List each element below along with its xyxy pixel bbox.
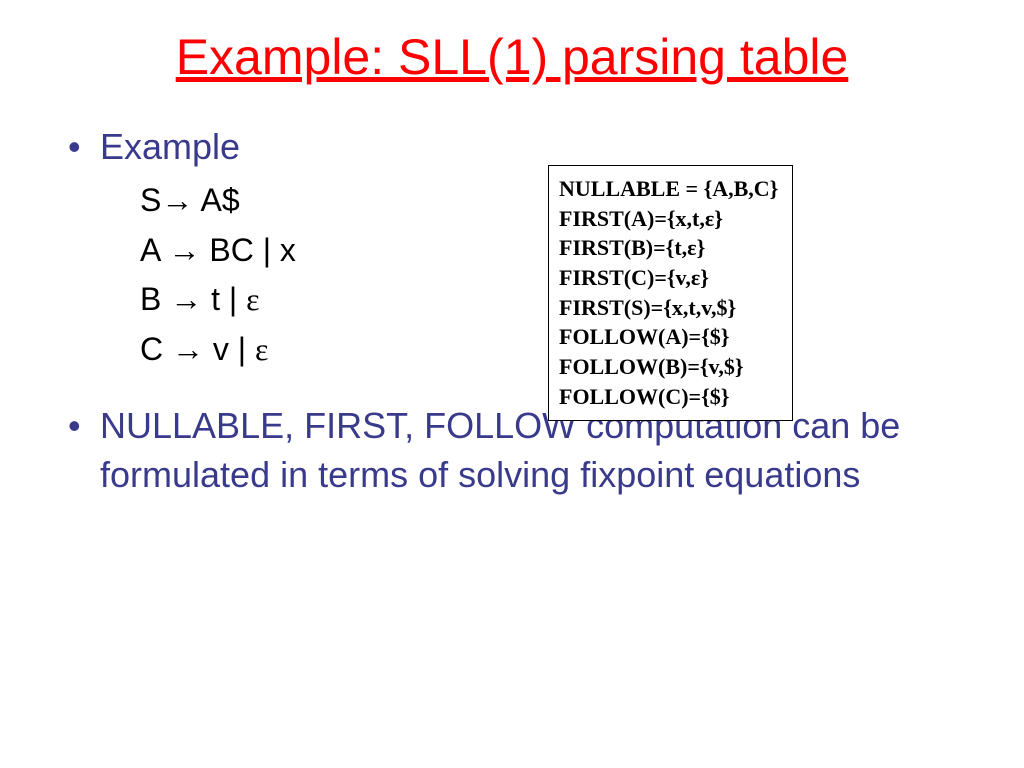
info-first-c: FIRST(C)={v,ε} [559, 263, 778, 293]
info-first-s: FIRST(S)={x,t,v,$} [559, 293, 778, 323]
lhs: S [140, 182, 161, 218]
info-follow-b: FOLLOW(B)={v,$} [559, 352, 778, 382]
lhs: C [140, 331, 172, 367]
lhs: B [140, 281, 170, 317]
info-nullable: NULLABLE = {A,B,C} [559, 174, 778, 204]
epsilon-symbol: ε [255, 331, 268, 367]
epsilon-symbol: ε [705, 206, 714, 231]
arrow-icon: → [168, 226, 200, 276]
grammar-block: S→ A$ A → BC | x B → t | ε C → v | ε [68, 176, 984, 374]
bullet-example: Example [68, 126, 984, 168]
arrow-icon: → [161, 176, 193, 226]
epsilon-symbol: ε [687, 235, 696, 260]
info-first-a: FIRST(A)={x,t,ε} [559, 204, 778, 234]
info-follow-c: FOLLOW(C)={$} [559, 382, 778, 412]
arrow-icon: → [172, 325, 204, 375]
first-follow-box: NULLABLE = {A,B,C} FIRST(A)={x,t,ε} FIRS… [548, 165, 793, 421]
slide-body: Example S→ A$ A → BC | x B → t | ε C → v… [0, 126, 1024, 500]
rhs: BC | x [200, 232, 295, 268]
epsilon-symbol: ε [691, 265, 700, 290]
rhs: v | [204, 331, 255, 367]
epsilon-symbol: ε [246, 281, 259, 317]
info-follow-a: FOLLOW(A)={$} [559, 322, 778, 352]
arrow-icon: → [170, 275, 202, 325]
bullet-computation: NULLABLE, FIRST, FOLLOW computation can … [68, 402, 984, 499]
slide-title: Example: SLL(1) parsing table [0, 0, 1024, 126]
rhs: t | [202, 281, 246, 317]
lhs: A [140, 232, 168, 268]
info-first-b: FIRST(B)={t,ε} [559, 233, 778, 263]
rhs: A$ [193, 182, 239, 218]
